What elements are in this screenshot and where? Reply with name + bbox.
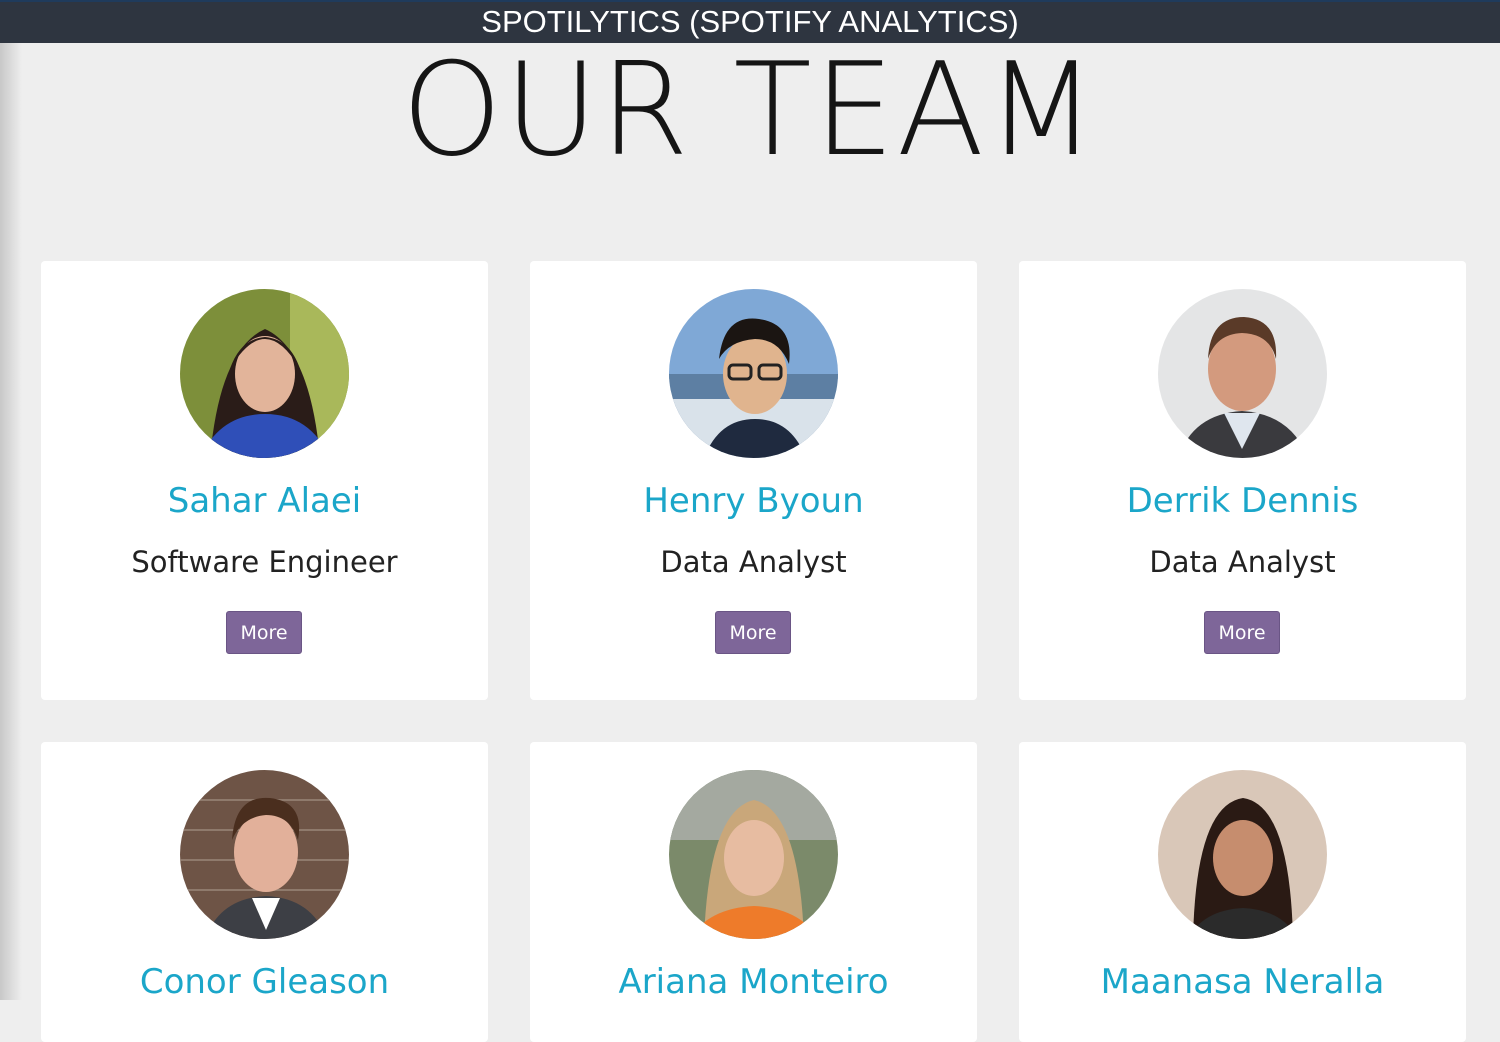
team-card-ariana-monteiro: Ariana Monteiro — [530, 742, 977, 1042]
team-card-sahar-alaei: Sahar Alaei Software Engineer More — [41, 261, 488, 700]
page-title: OUR TEAM — [401, 36, 1099, 185]
member-photo — [1158, 770, 1327, 939]
member-name: Henry Byoun — [643, 481, 864, 521]
member-name: Conor Gleason — [139, 962, 390, 1002]
member-photo — [669, 289, 838, 458]
member-role: Software Engineer — [131, 545, 398, 579]
member-photo — [180, 289, 349, 458]
member-name: Derrik Dennis — [1126, 481, 1359, 521]
member-name: Maanasa Neralla — [1100, 962, 1385, 1002]
more-button[interactable]: More — [226, 611, 302, 654]
more-button[interactable]: More — [1204, 611, 1280, 654]
team-card-maanasa-neralla: Maanasa Neralla — [1019, 742, 1466, 1042]
site-title[interactable]: SPOTILYTICS (SPOTIFY ANALYTICS) — [481, 4, 1018, 39]
team-card-conor-gleason: Conor Gleason — [41, 742, 488, 1042]
member-photo — [669, 770, 838, 939]
member-photo — [180, 770, 349, 939]
member-role: Data Analyst — [1149, 545, 1336, 579]
more-button[interactable]: More — [715, 611, 791, 654]
member-role: Data Analyst — [660, 545, 847, 579]
member-name: Ariana Monteiro — [618, 962, 889, 1002]
member-name: Sahar Alaei — [167, 481, 362, 521]
team-card-derrik-dennis: Derrik Dennis Data Analyst More — [1019, 261, 1466, 700]
team-card-henry-byoun: Henry Byoun Data Analyst More — [530, 261, 977, 700]
member-photo — [1158, 289, 1327, 458]
